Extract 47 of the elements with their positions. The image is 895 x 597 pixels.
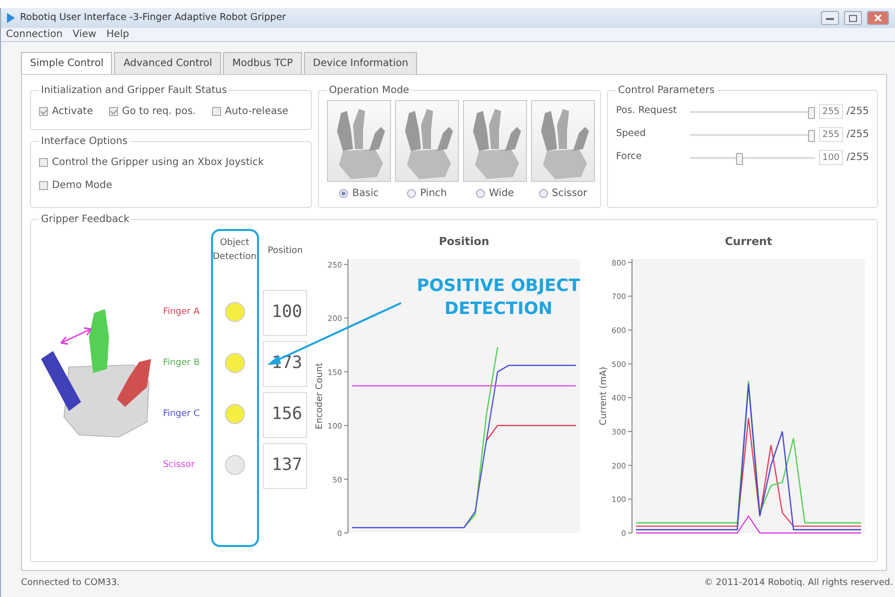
value-field[interactable]: 255 xyxy=(818,104,843,119)
position-display: 137 xyxy=(263,442,308,488)
checkbox-label[interactable]: Auto-release xyxy=(224,104,288,119)
radio-label[interactable]: Wide xyxy=(489,186,514,201)
copyright-text: © 2011-2014 Robotiq. All rights reserved. xyxy=(704,577,893,590)
group-title: Interface Options xyxy=(40,135,129,149)
group-title: Initialization and Gripper Fault Status xyxy=(40,84,228,98)
callout-text: POSITIVE OBJECT DETECTION xyxy=(416,275,582,321)
finger-label: Finger C xyxy=(162,408,200,421)
column-header: Position xyxy=(268,245,303,258)
slider-label: Force xyxy=(616,150,643,164)
column-header: Object Detection xyxy=(212,237,257,264)
slider-label: Pos. Request xyxy=(616,104,678,118)
finger-label: Finger B xyxy=(162,356,200,370)
position-display: 100 xyxy=(263,290,308,336)
status-text: Connected to COM33. xyxy=(21,577,120,590)
axis-title: Encoder Count xyxy=(315,362,325,430)
radio-label[interactable]: Scissor xyxy=(552,186,588,201)
checkbox-label[interactable]: Demo Mode xyxy=(52,178,112,193)
max-label: /255 xyxy=(846,128,869,142)
checkbox-label[interactable]: Control the Gripper using an Xbox Joystick xyxy=(52,155,264,170)
checkbox-label[interactable]: Activate xyxy=(52,104,93,119)
finger-label: Finger A xyxy=(162,306,200,319)
menu-item[interactable]: Connection xyxy=(6,28,63,41)
max-label: /255 xyxy=(846,105,869,119)
chart-title: Current xyxy=(724,235,772,248)
chart-title: Position xyxy=(438,235,490,248)
menu-item[interactable]: Help xyxy=(106,28,130,41)
radio-label[interactable]: Pinch xyxy=(420,186,447,201)
tab[interactable]: Simple Control xyxy=(21,52,112,74)
axis-title: Current (mA) xyxy=(599,366,609,426)
value-field[interactable]: 100 xyxy=(818,150,843,165)
tab[interactable]: Modbus TCP xyxy=(223,52,302,74)
window-title: Robotiq User Interface -3-Finger Adaptive Robot Gripper xyxy=(20,10,286,25)
group-title: Control Parameters xyxy=(617,84,716,98)
checkbox-label[interactable]: Go to req. pos. xyxy=(122,104,196,119)
group-title: Operation Mode xyxy=(328,84,410,98)
max-label: /255 xyxy=(846,151,869,165)
position-display: 156 xyxy=(263,392,308,438)
tab[interactable]: Device Information xyxy=(304,52,418,74)
value-field[interactable]: 255 xyxy=(818,127,843,142)
group-title: Gripper Feedback xyxy=(40,213,130,227)
menu-item[interactable]: View xyxy=(72,28,96,41)
slider-label: Speed xyxy=(616,127,647,142)
finger-label: Scissor xyxy=(162,458,195,472)
radio-label[interactable]: Basic xyxy=(352,186,379,201)
tab[interactable]: Advanced Control xyxy=(114,52,222,74)
